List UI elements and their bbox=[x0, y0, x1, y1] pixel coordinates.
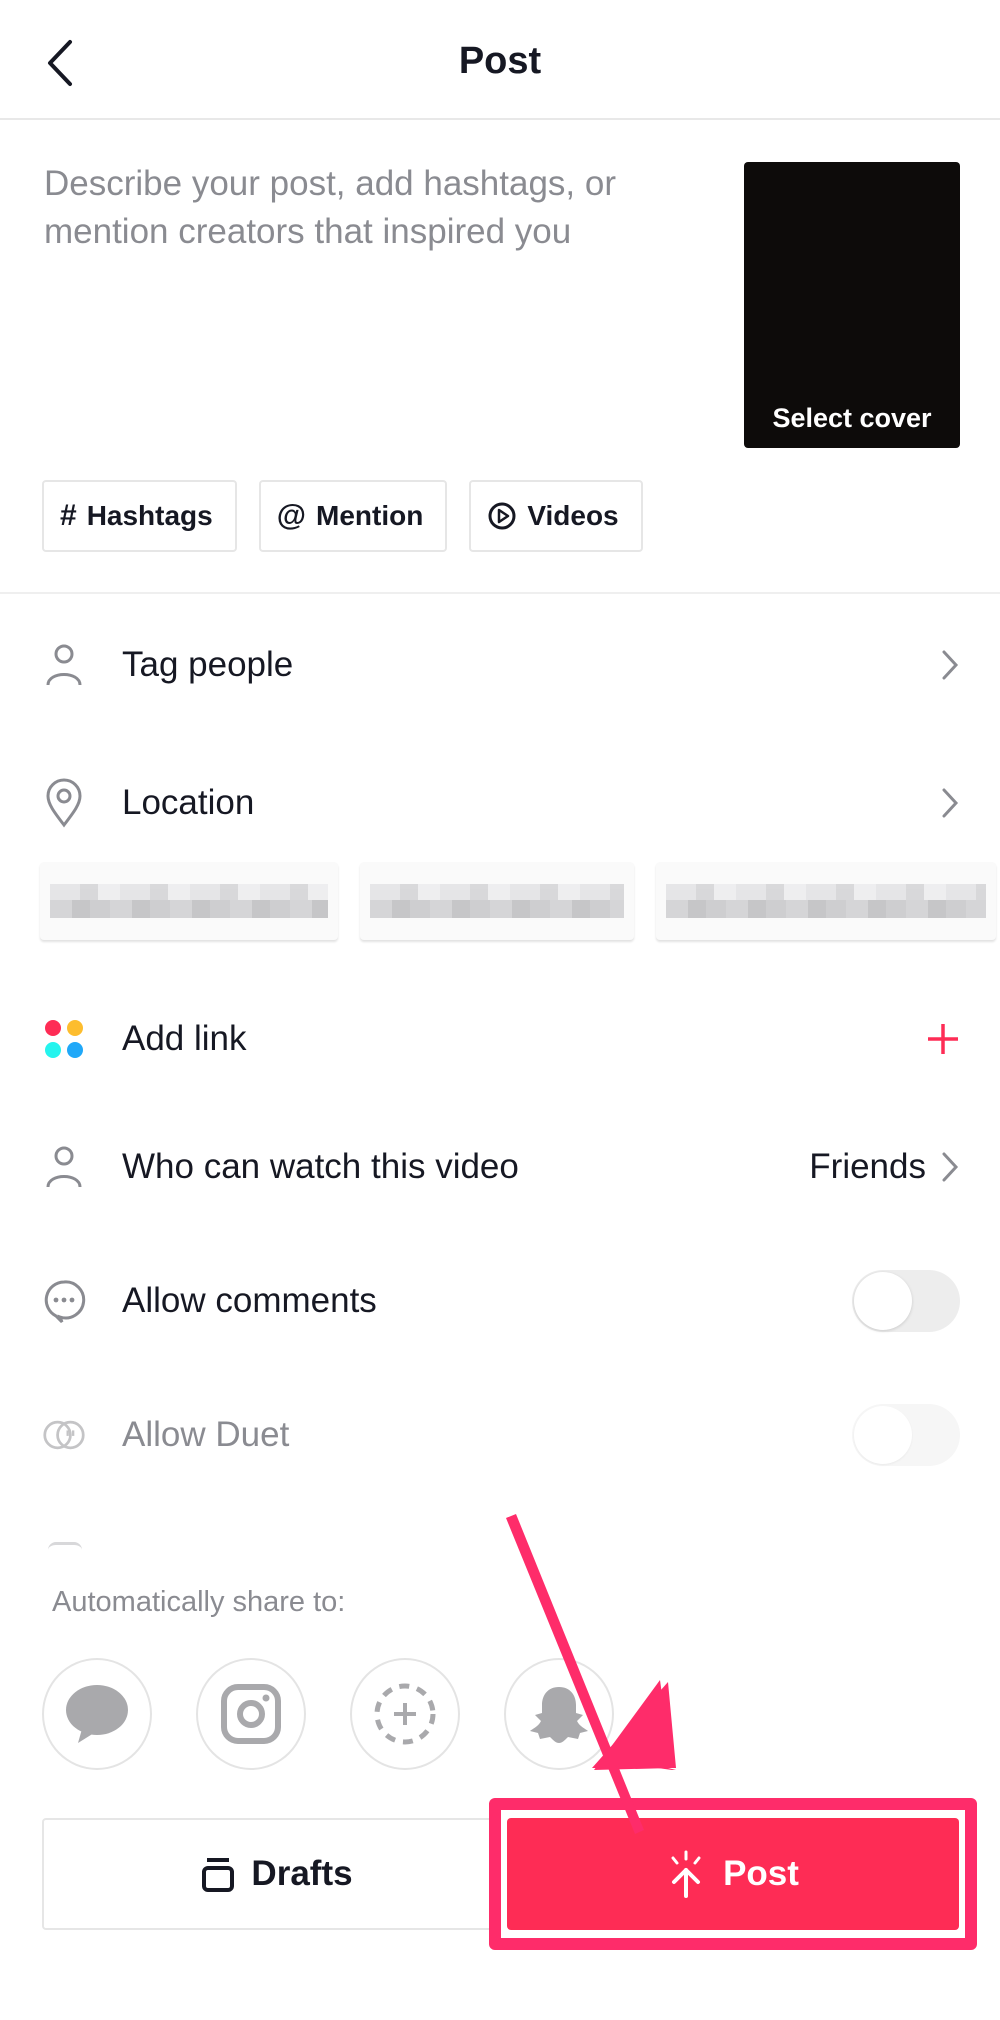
location-suggestion-chip[interactable] bbox=[360, 862, 634, 940]
hashtag-icon: # bbox=[60, 499, 77, 532]
share-instagram-button[interactable] bbox=[196, 1658, 306, 1770]
share-targets bbox=[42, 1658, 614, 1770]
tag-people-row[interactable]: Tag people bbox=[0, 620, 1000, 710]
videos-button[interactable]: Videos bbox=[469, 480, 643, 552]
hashtags-label: Hashtags bbox=[86, 500, 213, 531]
at-icon: @ bbox=[276, 499, 306, 532]
composer-chips: # Hashtags @ Mention Videos bbox=[42, 480, 643, 552]
add-link-row[interactable]: Add link bbox=[0, 994, 1000, 1084]
allow-duet-row: Allow Duet bbox=[0, 1390, 1000, 1480]
chevron-right-icon bbox=[942, 650, 959, 680]
blurred-text bbox=[666, 884, 986, 918]
blurred-text bbox=[50, 884, 328, 918]
hashtags-button[interactable]: # Hashtags bbox=[42, 480, 237, 552]
comment-icon bbox=[42, 1279, 86, 1324]
location-suggestions bbox=[40, 862, 996, 940]
add-link-label: Add link bbox=[122, 1019, 247, 1058]
allow-duet-toggle[interactable] bbox=[852, 1404, 960, 1466]
privacy-value: Friends bbox=[809, 1147, 926, 1186]
chevron-right-icon bbox=[942, 788, 959, 818]
plus-icon[interactable] bbox=[926, 1022, 960, 1056]
divider bbox=[0, 592, 1000, 594]
videos-label: Videos bbox=[527, 500, 619, 531]
snapchat-ghost-icon bbox=[530, 1687, 588, 1743]
drafts-icon bbox=[202, 1858, 235, 1892]
drafts-button[interactable]: Drafts bbox=[42, 1818, 512, 1930]
person-icon bbox=[42, 643, 86, 687]
four-dots-icon bbox=[42, 1017, 86, 1061]
who-can-watch-row[interactable]: Who can watch this video Friends bbox=[0, 1122, 1000, 1212]
share-stories-button[interactable] bbox=[350, 1658, 460, 1770]
allow-comments-label: Allow comments bbox=[122, 1281, 377, 1320]
location-row[interactable]: Location bbox=[0, 758, 1000, 848]
play-circle-icon bbox=[488, 502, 516, 530]
allow-duet-label: Allow Duet bbox=[122, 1415, 290, 1454]
mention-label: Mention bbox=[316, 500, 424, 531]
upload-sparkle-icon bbox=[671, 1850, 701, 1898]
drafts-label: Drafts bbox=[251, 1854, 353, 1893]
allow-comments-toggle[interactable] bbox=[852, 1270, 960, 1332]
location-label: Location bbox=[122, 783, 255, 822]
toggle-knob bbox=[854, 1272, 912, 1330]
tag-people-label: Tag people bbox=[122, 645, 294, 684]
header: Post bbox=[0, 0, 1000, 120]
share-label: Automatically share to: bbox=[52, 1586, 346, 1618]
location-suggestion-chip[interactable] bbox=[40, 862, 338, 940]
person-icon bbox=[42, 1145, 86, 1189]
chevron-right-icon bbox=[942, 1152, 959, 1182]
location-suggestion-chip[interactable] bbox=[656, 862, 996, 940]
mention-button[interactable]: @ Mention bbox=[258, 480, 448, 552]
post-button[interactable]: Post bbox=[507, 1818, 959, 1930]
post-label: Post bbox=[723, 1854, 799, 1893]
message-bubble-icon bbox=[66, 1685, 128, 1743]
page-title: Post bbox=[458, 40, 542, 82]
description-input[interactable] bbox=[44, 160, 704, 460]
stitch-icon-partial bbox=[48, 1542, 82, 1550]
select-cover-label: Select cover bbox=[772, 403, 932, 433]
select-cover-button[interactable]: Select cover bbox=[744, 162, 960, 448]
story-add-icon bbox=[374, 1683, 436, 1745]
blurred-text bbox=[370, 884, 624, 918]
duet-icon bbox=[42, 1413, 86, 1457]
share-messages-button[interactable] bbox=[42, 1658, 152, 1770]
instagram-icon bbox=[221, 1684, 281, 1744]
toggle-knob bbox=[854, 1406, 912, 1464]
share-snapchat-button[interactable] bbox=[504, 1658, 614, 1770]
who-can-watch-label: Who can watch this video bbox=[122, 1147, 519, 1186]
allow-comments-row: Allow comments bbox=[0, 1256, 1000, 1346]
location-pin-icon bbox=[42, 778, 86, 828]
